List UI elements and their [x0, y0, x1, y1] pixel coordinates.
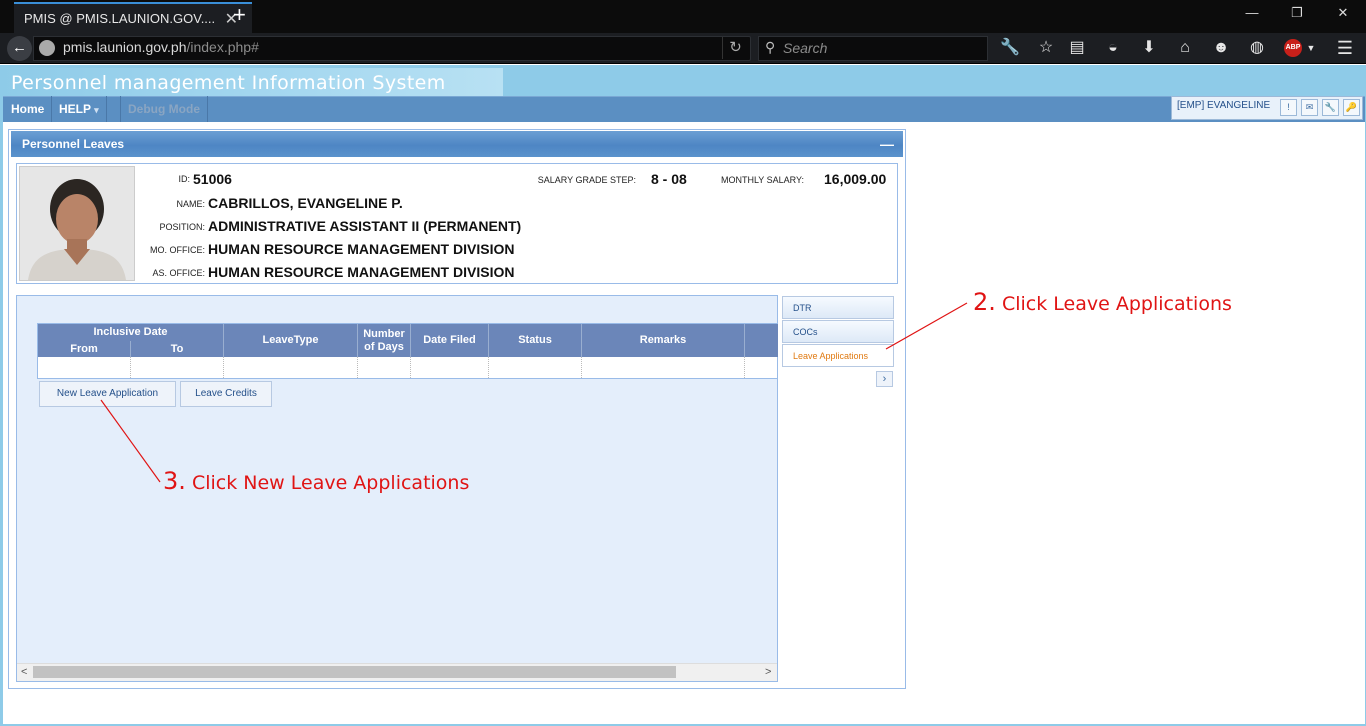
step-3-text: Click New Leave Applications	[191, 472, 470, 494]
annotation-lines	[100, 302, 968, 483]
step-2-text: Click Leave Applications	[1001, 293, 1232, 315]
annotation-step-2: 2. Click Leave Applications	[973, 288, 1232, 316]
annotation-step-3: 3. Click New Leave Applications	[163, 467, 469, 495]
step-2-number: 2.	[973, 288, 996, 316]
step-3-number: 3.	[163, 467, 186, 495]
